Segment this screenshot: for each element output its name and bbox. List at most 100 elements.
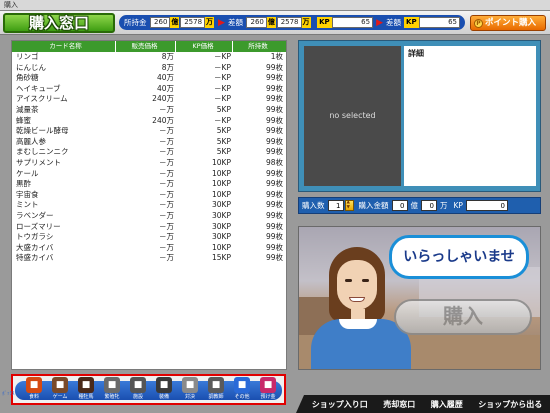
category-button[interactable]: ■ その他 xyxy=(229,377,255,404)
card-row[interactable]: 特盛カイバ －万 15KP 99枚 xyxy=(12,253,286,264)
card-price: 8万 xyxy=(161,62,174,72)
category-label: 装備 xyxy=(158,394,169,400)
card-row[interactable]: 黒酢 －万 10KP 99枚 xyxy=(12,179,286,190)
coin-icon: P xyxy=(474,19,483,28)
quantity-input[interactable]: 1 xyxy=(327,200,344,211)
category-button[interactable]: ■ ゲーム xyxy=(47,377,73,404)
purchase-quantity-bar: 購入数 1 ▲ ▼ 購入金額 0 億 0 万 KP 0 xyxy=(298,197,541,214)
category-button[interactable]: ■ 施設 xyxy=(125,377,151,404)
card-row[interactable]: サプリメント －万 10KP 98枚 xyxy=(12,158,286,169)
bottom-navigation: ショップ入り口 売却窓口 購入履歴 ショップから出る xyxy=(296,395,550,413)
card-row[interactable]: トウガラシ －万 30KP 99枚 xyxy=(12,232,286,243)
card-row[interactable]: にんじん 8万 －KP 99枚 xyxy=(12,63,286,74)
card-owned-count: 99枚 xyxy=(265,136,283,146)
card-kp-price: －KP xyxy=(214,62,231,72)
card-row[interactable]: 高麗人参 －万 5KP 99枚 xyxy=(12,137,286,148)
category-button[interactable]: ■ 種牡馬 xyxy=(73,377,99,404)
card-row[interactable]: ヘイキューブ 40万 －KP 99枚 xyxy=(12,84,286,95)
card-price: －万 xyxy=(159,189,174,199)
nav-shop-entrance[interactable]: ショップ入り口 xyxy=(312,399,368,410)
category-button[interactable]: ■ 預け金 xyxy=(255,377,281,404)
card-name: 角砂糖 xyxy=(16,73,39,83)
card-row[interactable]: 角砂糖 40万 －KP 99枚 xyxy=(12,73,286,84)
card-owned-count: 99枚 xyxy=(265,200,283,210)
card-row[interactable]: 大盛カイバ －万 10KP 99枚 xyxy=(12,243,286,254)
cards-icon: ■ xyxy=(234,377,250,393)
buy-button[interactable]: 購入 xyxy=(394,299,532,335)
point-purchase-button[interactable]: P ポイント購入 xyxy=(470,15,546,31)
card-kp-price: －KP xyxy=(214,94,231,104)
card-price: 40万 xyxy=(156,73,174,83)
category-label: 調教師 xyxy=(208,394,224,400)
card-row[interactable]: 宇宙食 －万 10KP 99枚 xyxy=(12,190,286,201)
card-row[interactable]: リンゴ 8万 －KP 1枚 xyxy=(12,52,286,63)
card-price: －万 xyxy=(159,253,174,263)
money-oku-unit: 億 xyxy=(170,17,180,28)
card-row[interactable]: ミント －万 30KP 99枚 xyxy=(12,200,286,211)
card-row[interactable]: アイスクリーム 240万 －KP 99枚 xyxy=(12,94,286,105)
category-button[interactable]: ■ 調教師 xyxy=(203,377,229,404)
card-name: トウガラシ xyxy=(16,232,54,242)
card-row[interactable]: ラベンダー －万 30KP 99枚 xyxy=(12,211,286,222)
column-header-price[interactable]: 販売価格 xyxy=(116,41,176,52)
shopkeeper-collar xyxy=(339,319,377,329)
card-row[interactable]: ケール －万 10KP 99枚 xyxy=(12,169,286,180)
card-row[interactable]: 減量茶 －万 5KP 99枚 xyxy=(12,105,286,116)
card-name: 大盛カイバ xyxy=(16,242,54,252)
card-row[interactable]: 乾燥ビール酵母 －万 5KP 99枚 xyxy=(12,126,286,137)
column-header-kp[interactable]: KP価格 xyxy=(176,41,233,52)
category-button[interactable]: ■ 繁殖牝 xyxy=(99,377,125,404)
nav-exit-shop[interactable]: ショップから出る xyxy=(478,399,542,410)
card-owned-count: 99枚 xyxy=(265,94,283,104)
nav-purchase-history[interactable]: 購入履歴 xyxy=(431,399,463,410)
card-kp-price: 10KP xyxy=(212,242,231,252)
kp-diff-value: 65 xyxy=(418,17,460,28)
card-price: －万 xyxy=(159,179,174,189)
card-owned-count: 99枚 xyxy=(265,115,283,125)
card-kp-price: 5KP xyxy=(216,104,231,114)
card-owned-count: 99枚 xyxy=(265,253,283,263)
card-owned-count: 99枚 xyxy=(265,179,283,189)
card-row[interactable]: 蜂蜜 240万 －KP 99枚 xyxy=(12,116,286,127)
amount-kp-unit: KP xyxy=(453,201,463,210)
diff-oku-unit: 億 xyxy=(266,17,276,28)
category-label: 繁殖牝 xyxy=(104,394,120,400)
column-header-name[interactable]: カード名称 xyxy=(12,41,116,52)
card-owned-count: 1枚 xyxy=(270,52,283,61)
item-preview-image: no selected xyxy=(304,46,401,186)
category-label: 預け金 xyxy=(260,394,276,400)
card-kp-price: －KP xyxy=(214,83,231,93)
card-owned-count: 99枚 xyxy=(265,147,283,157)
category-button[interactable]: ■ 装備 xyxy=(151,377,177,404)
card-owned-count: 99枚 xyxy=(265,189,283,199)
column-header-owned[interactable]: 所持数 xyxy=(233,41,286,52)
card-price: －万 xyxy=(159,210,174,220)
quantity-label: 購入数 xyxy=(302,201,325,210)
card-kp-price: 30KP xyxy=(212,232,231,242)
deposit-icon: ■ xyxy=(260,377,276,393)
card-name: リンゴ xyxy=(16,52,39,61)
category-button[interactable]: ■ 対決 xyxy=(177,377,203,404)
card-owned-count: 99枚 xyxy=(265,126,283,136)
card-name: にんじん xyxy=(16,62,46,72)
card-kp-price: 5KP xyxy=(216,126,231,136)
card-name: ミント xyxy=(16,200,39,210)
arrow-right-icon: ▶ xyxy=(376,17,384,28)
money-man-value: 2578 xyxy=(180,17,206,28)
category-label: 対決 xyxy=(184,394,195,400)
category-label: 種牡馬 xyxy=(78,394,94,400)
nav-sell-window[interactable]: 売却窓口 xyxy=(383,399,415,410)
stepper-down-icon[interactable]: ▼ xyxy=(347,205,350,211)
card-owned-count: 98枚 xyxy=(265,157,283,167)
card-owned-count: 99枚 xyxy=(265,221,283,231)
card-price: －万 xyxy=(159,136,174,146)
stallion-icon: ■ xyxy=(78,377,94,393)
card-name: アイスクリーム xyxy=(16,94,68,104)
card-row[interactable]: まむしニンニク －万 5KP 99枚 xyxy=(12,147,286,158)
category-button[interactable]: ■ 食料 xyxy=(21,377,47,404)
card-row[interactable]: ローズマリー －万 30KP 99枚 xyxy=(12,222,286,233)
amount-label: 購入金額 xyxy=(358,201,389,210)
header: 購入窓口 所持金 260 億 2578 万 ▶ 差額 260 億 2578 万 … xyxy=(0,11,550,35)
quantity-stepper[interactable]: ▲ ▼ xyxy=(344,200,354,211)
category-filter-bar: ■ 食料 ■ ゲーム ■ 種牡馬 ■ 繁殖牝 ■ 施設 ■ 装備 ■ 対決 ■ 調教師 ■ その他 ■ 預け金 xyxy=(11,374,286,405)
